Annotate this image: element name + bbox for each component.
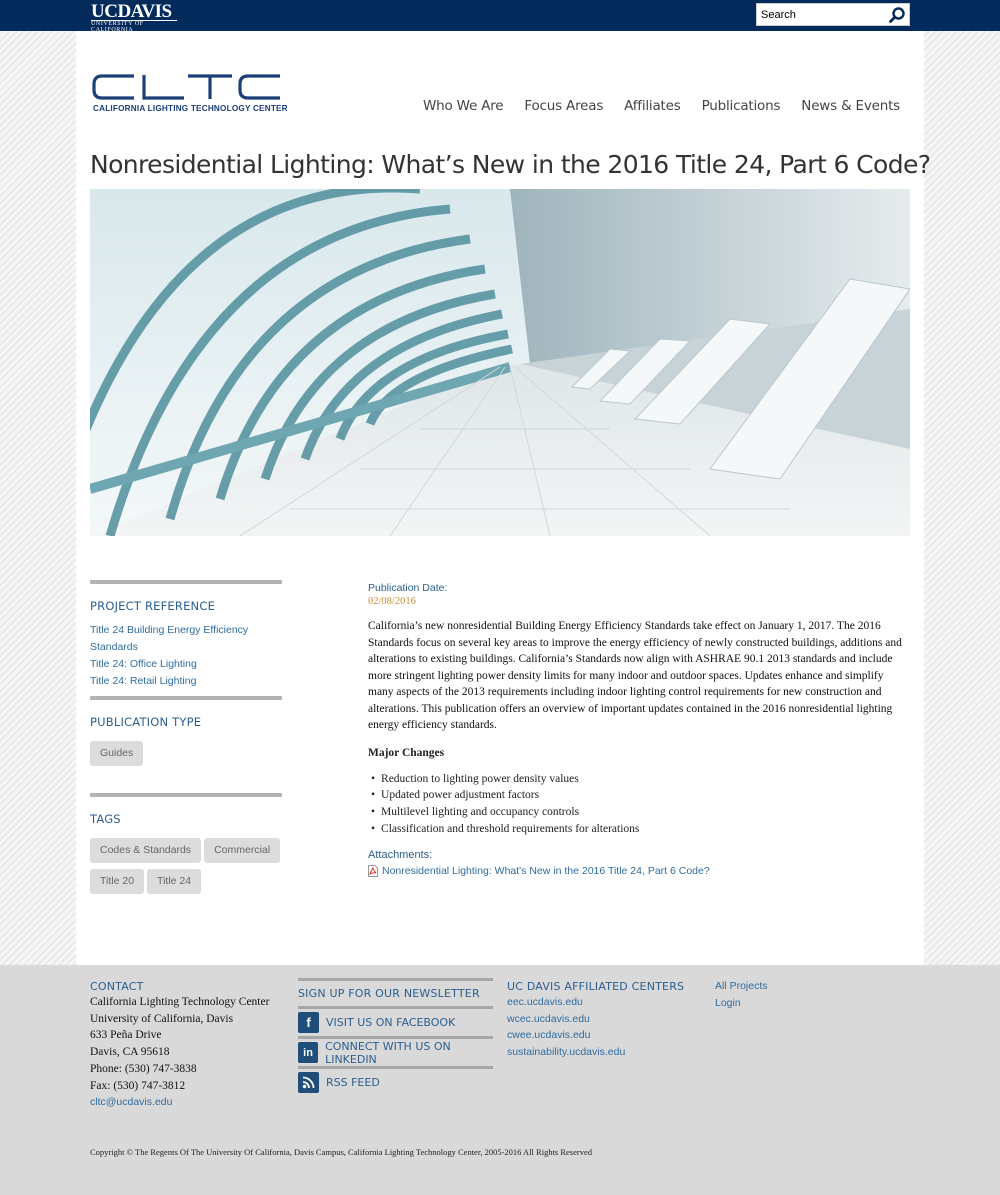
search-input[interactable]	[757, 4, 882, 25]
publication-date-label: Publication Date:	[368, 582, 448, 594]
facebook-icon: f	[298, 1012, 319, 1033]
tags-heading: TAGS	[90, 812, 121, 826]
rss-label: RSS FEED	[326, 1076, 380, 1089]
linkedin-link[interactable]: in CONNECT WITH US ON LINKEDIN	[298, 1039, 498, 1066]
main-nav: Who We Are Focus Areas Affiliates Public…	[402, 98, 900, 114]
facebook-link[interactable]: f VISIT US ON FACEBOOK	[298, 1009, 498, 1036]
publication-type-heading: PUBLICATION TYPE	[90, 715, 202, 729]
tag-guides[interactable]: Guides	[90, 741, 144, 766]
contact-line: Fax: (530) 747-3812	[90, 1079, 186, 1092]
tag-codes-standards[interactable]: Codes & Standards	[90, 838, 202, 863]
section-divider	[90, 793, 282, 797]
rss-link[interactable]: RSS FEED	[298, 1069, 498, 1096]
nav-affiliates[interactable]: Affiliates	[624, 98, 681, 114]
logo-davis: DAVIS	[117, 1, 172, 22]
contact-line: Davis, CA 95618	[90, 1046, 170, 1059]
top-bar: UCDAVIS UNIVERSITY OF CALIFORNIA	[0, 0, 1000, 33]
all-projects-link[interactable]: All Projects	[715, 978, 835, 995]
tags-section: TAGS Codes & Standards Commercial Title 20…	[90, 793, 282, 900]
article-content: Publication Date: 02/08/2016 California’…	[368, 582, 910, 878]
contact-email-link[interactable]: cltc@ucdavis.edu	[90, 1094, 290, 1111]
article-body: California’s new nonresidential Building…	[368, 620, 902, 731]
list-item: Multilevel lighting and occupancy contro…	[371, 804, 910, 821]
footer-contact: CONTACT California Lighting Technology C…	[90, 980, 290, 1111]
contact-line: University of California, Davis	[90, 1012, 234, 1025]
center-link[interactable]: sustainability.ucdavis.edu	[507, 1044, 707, 1061]
attachments-label: Attachments:	[368, 849, 433, 862]
contact-line: Phone: (530) 747-3838	[90, 1062, 197, 1075]
newsletter-signup-link[interactable]: SIGN UP FOR OUR NEWSLETTER	[298, 987, 480, 1000]
nav-focus-areas[interactable]: Focus Areas	[524, 98, 603, 114]
search-icon[interactable]	[888, 6, 906, 24]
attachment-item[interactable]: Nonresidential Lighting: What's New in t…	[368, 865, 910, 878]
publication-type-section: PUBLICATION TYPE Guides	[90, 696, 282, 772]
center-link[interactable]: eec.ucdavis.edu	[507, 994, 707, 1011]
hero-image	[90, 189, 910, 536]
tag-commercial[interactable]: Commercial	[204, 838, 281, 863]
cltc-logo-subtitle: CALIFORNIA LIGHTING TECHNOLOGY CENTER	[93, 104, 288, 113]
centers-heading: UC DAVIS AFFILIATED CENTERS	[507, 980, 685, 993]
project-reference-section: PROJECT REFERENCE Title 24 Building Ener…	[90, 580, 282, 690]
footer-centers: UC DAVIS AFFILIATED CENTERS eec.ucdavis.…	[507, 980, 707, 1061]
login-link[interactable]: Login	[715, 995, 835, 1012]
linkedin-label: CONNECT WITH US ON LINKEDIN	[325, 1039, 451, 1066]
contact-line: 633 Peña Drive	[90, 1029, 162, 1042]
project-link[interactable]: Title 24: Office Lighting	[90, 656, 282, 673]
footer-links: All Projects Login	[715, 978, 835, 1011]
tag-title-20[interactable]: Title 20	[90, 869, 145, 894]
ucdavis-logo[interactable]: UCDAVIS UNIVERSITY OF CALIFORNIA	[91, 2, 177, 33]
attachment-link[interactable]: Nonresidential Lighting: What's New in t…	[382, 865, 710, 877]
cltc-logo-mark	[92, 74, 280, 100]
facebook-label: VISIT US ON FACEBOOK	[326, 1016, 456, 1029]
cltc-logo[interactable]: CALIFORNIA LIGHTING TECHNOLOGY CENTER	[92, 74, 288, 116]
contact-line: California Lighting Technology Center	[90, 996, 270, 1008]
project-link[interactable]: Title 24 Building Energy Efficiency Stan…	[90, 622, 282, 656]
nav-publications[interactable]: Publications	[702, 98, 781, 114]
list-item: Updated power adjustment factors	[371, 787, 910, 804]
project-reference-heading: PROJECT REFERENCE	[90, 599, 216, 613]
section-divider	[90, 696, 282, 700]
pdf-icon	[368, 865, 378, 878]
rss-icon	[298, 1072, 319, 1093]
section-divider	[90, 580, 282, 584]
contact-heading: CONTACT	[90, 980, 144, 993]
footer-social: SIGN UP FOR OUR NEWSLETTER f VISIT US ON…	[298, 978, 498, 1096]
search-box	[756, 3, 910, 26]
logo-uc: UC	[91, 1, 118, 22]
list-item: Classification and threshold requirement…	[371, 821, 910, 838]
major-changes-heading: Major Changes	[368, 746, 445, 759]
center-link[interactable]: wcec.ucdavis.edu	[507, 1011, 707, 1028]
center-link[interactable]: cwee.ucdavis.edu	[507, 1027, 707, 1044]
list-item: Reduction to lighting power density valu…	[371, 771, 910, 788]
copyright: Copyright © The Regents Of The Universit…	[90, 1147, 592, 1157]
project-link[interactable]: Title 24: Retail Lighting	[90, 673, 282, 690]
nav-news-events[interactable]: News & Events	[801, 98, 900, 114]
publication-date: 02/08/2016	[368, 596, 416, 607]
linkedin-icon: in	[298, 1042, 319, 1063]
major-changes-list: Reduction to lighting power density valu…	[368, 771, 910, 838]
page-title: Nonresidential Lighting: What’s New in t…	[90, 150, 931, 179]
nav-who-we-are[interactable]: Who We Are	[423, 98, 504, 114]
tag-title-24[interactable]: Title 24	[147, 869, 202, 894]
